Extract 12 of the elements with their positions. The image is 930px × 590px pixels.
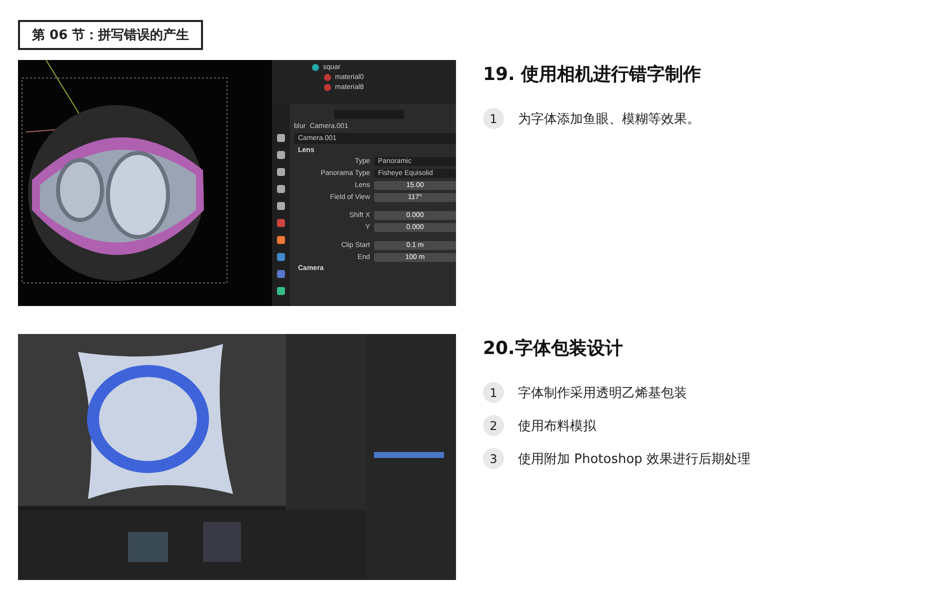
- section-title: 第 06 节：拼写错误的产生: [18, 20, 204, 50]
- step-text: 使用附加 Photoshop 效果进行后期处理: [518, 450, 751, 468]
- step-number: 2: [483, 415, 504, 436]
- step-number: 1: [483, 382, 504, 403]
- step-number: 1: [483, 108, 504, 129]
- step-text: 字体制作采用透明乙烯基包装: [518, 384, 687, 402]
- mesh-icon: [312, 64, 319, 71]
- lesson-title: 19. 使用相机进行错字制作: [483, 63, 702, 86]
- step-number: 3: [483, 448, 504, 469]
- step-text: 为字体添加鱼眼、模糊等效果。: [518, 110, 700, 128]
- step-text: 使用布料模拟: [518, 418, 596, 434]
- lesson-title: 20.字体包装设计: [483, 337, 624, 360]
